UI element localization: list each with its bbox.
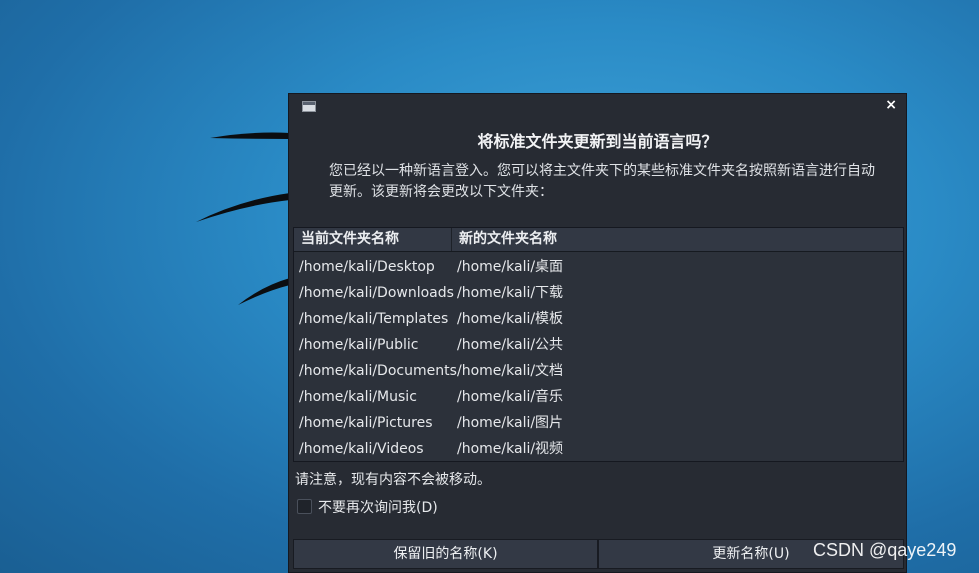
new-folder-cell: /home/kali/音乐 [457,389,564,405]
table-row[interactable]: /home/kali/Desktop/home/kali/桌面 [294,254,903,280]
close-icon[interactable]: × [885,97,897,113]
current-folder-cell: /home/kali/Documents [299,363,457,379]
folder-table: 当前文件夹名称 新的文件夹名称 /home/kali/Desktop/home/… [293,227,904,462]
dont-ask-again-checkbox[interactable] [297,499,312,514]
current-folder-cell: /home/kali/Public [299,337,419,353]
table-row[interactable]: /home/kali/Documents/home/kali/文档 [294,358,903,384]
title-bar: × [289,94,906,118]
table-row[interactable]: /home/kali/Templates/home/kali/模板 [294,306,903,332]
table-row[interactable]: /home/kali/Pictures/home/kali/图片 [294,410,903,436]
column-header-current[interactable]: 当前文件夹名称 [294,228,452,251]
current-folder-cell: /home/kali/Videos [299,441,424,457]
new-folder-cell: /home/kali/下载 [457,285,564,301]
csdn-watermark: CSDN @qaye249 [813,540,957,560]
note-text: 请注意，现有内容不会被移动。 [295,472,491,488]
current-folder-cell: /home/kali/Pictures [299,415,433,431]
current-folder-cell: /home/kali/Desktop [299,259,435,275]
table-row[interactable]: /home/kali/Public/home/kali/公共 [294,332,903,358]
new-folder-cell: /home/kali/视频 [457,441,564,457]
keep-old-names-button[interactable]: 保留旧的名称(K) [293,539,598,569]
window-icon [302,101,316,112]
current-folder-cell: /home/kali/Downloads [299,285,454,301]
new-folder-cell: /home/kali/图片 [457,415,564,431]
table-row[interactable]: /home/kali/Music/home/kali/音乐 [294,384,903,410]
new-folder-cell: /home/kali/文档 [457,363,564,379]
current-folder-cell: /home/kali/Music [299,389,417,405]
table-row[interactable]: /home/kali/Downloads/home/kali/下载 [294,280,903,306]
table-row[interactable]: /home/kali/Videos/home/kali/视频 [294,436,903,462]
new-folder-cell: /home/kali/公共 [457,337,564,353]
new-folder-cell: /home/kali/模板 [457,311,564,327]
dialog-description: 您已经以一种新语言登入。您可以将主文件夹下的某些标准文件夹名按照新语言进行自动更… [329,163,875,200]
dont-ask-again-label[interactable]: 不要再次询问我(D) [318,497,438,517]
dialog-heading: 将标准文件夹更新到当前语言吗？ [477,132,718,151]
update-folders-dialog: × 将标准文件夹更新到当前语言吗？ 您已经以一种新语言登入。您可以将主文件夹下的… [288,93,907,573]
current-folder-cell: /home/kali/Templates [299,311,449,327]
table-header: 当前文件夹名称 新的文件夹名称 [294,228,903,252]
new-folder-cell: /home/kali/桌面 [457,259,564,275]
column-header-new[interactable]: 新的文件夹名称 [452,228,903,251]
